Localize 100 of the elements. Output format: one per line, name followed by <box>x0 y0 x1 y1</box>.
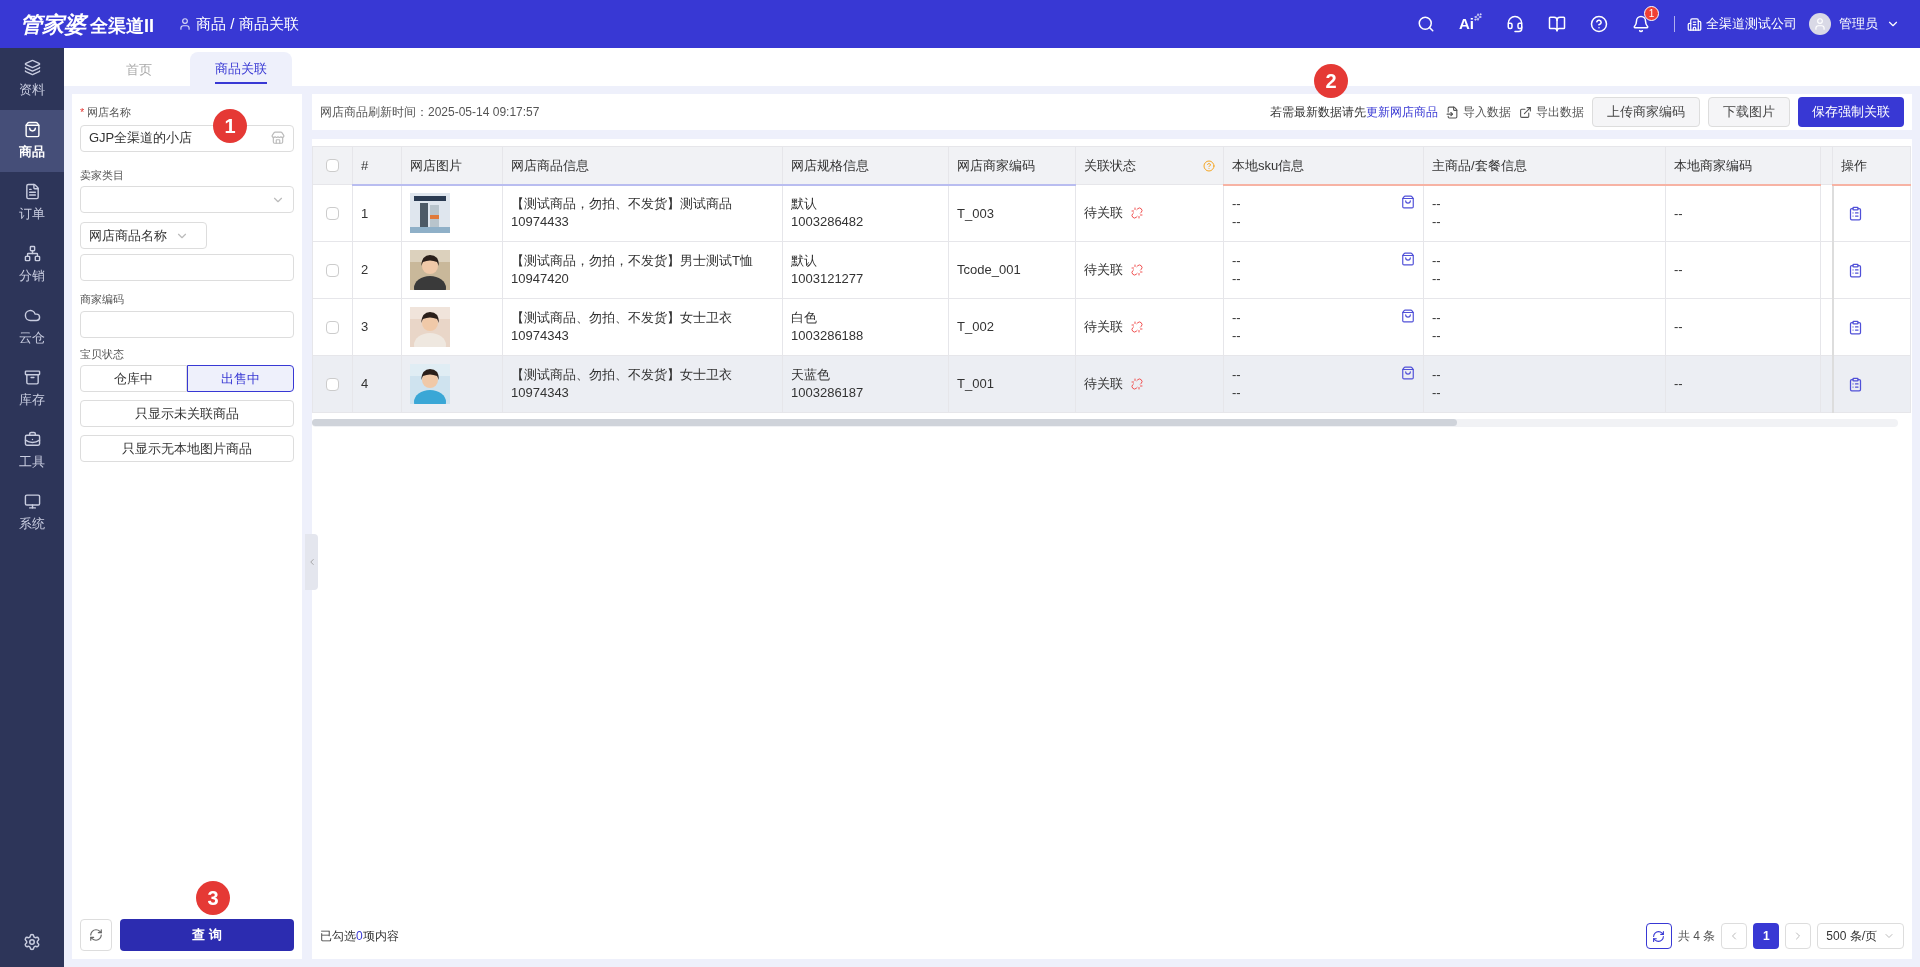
sidebar-item[interactable]: 工具 <box>0 420 64 482</box>
sku-value: -- <box>1232 327 1241 345</box>
spec-name: 天蓝色 <box>791 366 831 384</box>
status-toggle[interactable]: 出售中 <box>187 365 294 392</box>
main-product-value: -- <box>1432 384 1442 402</box>
unlink-icon[interactable] <box>1131 378 1143 390</box>
checkbox[interactable] <box>326 206 339 220</box>
unlink-icon[interactable] <box>1131 321 1143 333</box>
table-row[interactable]: 4 【测试商品、勿拍、不发货】女士卫衣 10974343 天蓝色 1003286187 T_001 待关联 -- -- -- -- -- <box>312 355 1911 413</box>
main-product-value: -- <box>1432 213 1442 232</box>
bell-icon[interactable] <box>1632 15 1650 33</box>
product-id: 10974343 <box>511 327 570 345</box>
refresh-icon <box>1652 929 1666 943</box>
spec-id: 1003286482 <box>791 213 865 232</box>
toolbar-button[interactable]: 保存强制关联 <box>1798 97 1904 127</box>
export-link[interactable]: 导出数据 <box>1519 103 1584 121</box>
sidebar-item[interactable]: 云仓 <box>0 296 64 358</box>
archive-icon <box>23 368 41 386</box>
column-header: 主商品/套餐信息 <box>1423 146 1666 185</box>
clipboard-icon[interactable] <box>1847 376 1863 392</box>
page-size-select[interactable]: 500 条/页 <box>1817 923 1904 949</box>
product-id: 10947420 <box>511 270 570 288</box>
column-header: 关联状态 <box>1075 146 1224 185</box>
column-header: 本地sku信息 <box>1223 146 1424 185</box>
product-title: 【测试商品、勿拍、不发货】女士卫衣 <box>511 366 733 384</box>
query-button[interactable]: 查 询 <box>120 919 294 951</box>
link-status: 待关联 <box>1084 318 1123 337</box>
main-product-value: -- <box>1432 366 1442 384</box>
filter-button[interactable]: 只显示无本地图片商品 <box>80 435 294 462</box>
logo: 管家婆 全渠道II <box>20 10 154 39</box>
row-number: 3 <box>361 319 369 335</box>
merchant-code: T_001 <box>957 376 994 392</box>
layers-icon <box>23 58 41 76</box>
local-code: -- <box>1674 319 1683 335</box>
import-link[interactable]: 导入数据 <box>1446 103 1511 121</box>
table-row[interactable]: 1 【测试商品，勿拍、不发货】测试商品 10974433 默认 1003286482 T_003 待关联 -- -- -- -- -- <box>312 184 1911 242</box>
refresh-time: 网店商品刷新时间：2025-05-14 09:17:57 <box>320 104 540 121</box>
avatar[interactable] <box>1809 13 1831 35</box>
code-input-field[interactable] <box>80 310 294 338</box>
checkbox[interactable] <box>326 159 339 172</box>
filter-button[interactable]: 只显示未关联商品 <box>80 400 294 427</box>
unlink-icon[interactable] <box>1131 264 1143 276</box>
clipboard-icon[interactable] <box>1847 319 1863 335</box>
bag-icon[interactable] <box>1401 366 1415 380</box>
sidebar-item[interactable]: 商品 <box>0 110 64 172</box>
spec-name: 默认 <box>791 195 818 214</box>
main-product-value: -- <box>1432 309 1442 327</box>
refresh-button[interactable] <box>1645 923 1672 949</box>
breadcrumb: 商品 / 商品关联 <box>196 13 299 34</box>
selection-summary: 已勾选0项内容 <box>320 928 399 945</box>
toolbar-button[interactable]: 下载图片 <box>1708 97 1790 127</box>
unlink-icon[interactable] <box>1131 207 1143 219</box>
column-header: 操作 <box>1832 146 1911 185</box>
headset-icon[interactable] <box>1506 15 1524 33</box>
page-button[interactable]: 1 <box>1753 923 1780 949</box>
bag-icon[interactable] <box>1401 252 1415 266</box>
checkbox[interactable] <box>326 263 339 277</box>
ai-button[interactable]: Ai <box>1459 12 1482 36</box>
row-number: 4 <box>361 376 369 392</box>
clipboard-icon[interactable] <box>1847 205 1863 221</box>
bag-icon[interactable] <box>1401 195 1415 210</box>
column-header: 网店规格信息 <box>782 146 949 185</box>
sidebar-item[interactable]: 资料 <box>0 48 64 110</box>
search-icon[interactable] <box>1417 15 1435 33</box>
sidebar-item[interactable]: 库存 <box>0 358 64 420</box>
checkbox[interactable] <box>326 320 339 334</box>
column-header: # <box>352 146 402 185</box>
link-status: 待关联 <box>1084 375 1123 394</box>
import-icon <box>1446 105 1459 119</box>
checkbox[interactable] <box>326 377 339 391</box>
product-title: 【测试商品，勿拍、不发货】测试商品 <box>511 195 733 214</box>
reset-button[interactable] <box>80 919 112 951</box>
product-id: 10974433 <box>511 213 570 232</box>
page-tab[interactable]: 商品关联 <box>190 52 292 86</box>
table-row[interactable]: 3 【测试商品、勿拍、不发货】女士卫衣 10974343 白色 1003286188 T_002 待关联 -- -- -- -- -- <box>312 298 1911 356</box>
table-row[interactable]: 2 【测试商品，勿拍，不发货】男士测试T恤 10947420 默认 1003121277 Tcode_001 待关联 -- -- -- -- -- <box>312 241 1911 299</box>
column-header: 网店商品信息 <box>502 146 783 185</box>
sku-value: -- <box>1232 366 1241 384</box>
collapse-handle[interactable] <box>305 534 318 590</box>
toolbar-button[interactable]: 上传商家编码 <box>1592 97 1700 127</box>
sku-value: -- <box>1232 252 1241 270</box>
sidebar-item[interactable]: 分销 <box>0 234 64 296</box>
spec-id: 1003121277 <box>791 270 865 288</box>
status-toggle[interactable]: 仓库中 <box>80 365 187 392</box>
monitor-icon <box>23 492 41 510</box>
user-name[interactable]: 管理员 <box>1839 14 1878 34</box>
scrollbar[interactable] <box>312 419 1457 426</box>
product-id: 10974343 <box>511 384 570 402</box>
clipboard-icon[interactable] <box>1847 262 1863 278</box>
settings-icon[interactable] <box>23 933 41 951</box>
name-type-select[interactable]: 网店商品名称 <box>80 222 207 249</box>
bag-icon[interactable] <box>1401 309 1415 323</box>
sidebar-item[interactable]: 订单 <box>0 172 64 234</box>
sidebar-item[interactable]: 系统 <box>0 482 64 544</box>
field-label: 商家编码 <box>80 292 125 307</box>
book-icon[interactable] <box>1548 15 1566 33</box>
link-status: 待关联 <box>1084 204 1123 223</box>
main-product-value: -- <box>1432 195 1442 214</box>
name-input-field[interactable] <box>80 254 294 281</box>
company-name[interactable]: 全渠道测试公司 <box>1706 14 1797 34</box>
